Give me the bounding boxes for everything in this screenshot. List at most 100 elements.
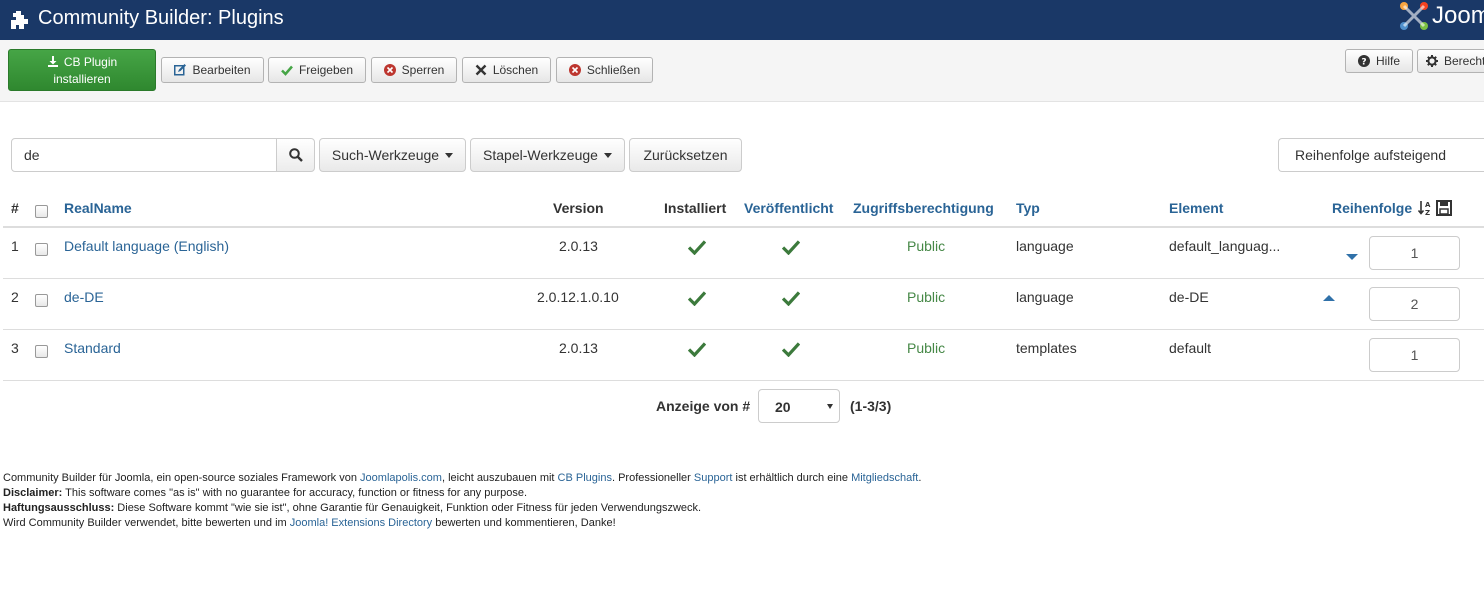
- caret-down-icon: [827, 404, 833, 409]
- footer: Community Builder für Joomla, ein open-s…: [3, 471, 921, 531]
- unpublish-label: Sperren: [401, 63, 445, 77]
- toolbar: CB Plugin installieren Bearbeiten Freige…: [0, 40, 1484, 102]
- search-tools-button[interactable]: Such-Werkzeuge: [319, 138, 466, 172]
- install-plugin-label-1: CB Plugin: [63, 54, 118, 69]
- col-num: #: [11, 200, 19, 216]
- installed-check-icon: [688, 342, 706, 357]
- row-divider: [3, 278, 1484, 279]
- installed-check-icon: [688, 291, 706, 306]
- help-button[interactable]: ? Hilfe: [1345, 49, 1413, 73]
- close-icon: [568, 64, 581, 76]
- membership-link[interactable]: Mitgliedschaft: [851, 472, 918, 484]
- search-button[interactable]: [276, 138, 315, 172]
- order-input[interactable]: 2: [1369, 287, 1460, 321]
- question-icon: ?: [1357, 55, 1370, 68]
- move-down-icon[interactable]: [1346, 254, 1358, 260]
- access-level: Public: [907, 238, 946, 254]
- download-icon: [47, 55, 58, 67]
- footer-text: Wird Community Builder verwendet, bitte …: [3, 517, 290, 529]
- close-button[interactable]: Schließen: [556, 57, 653, 83]
- edit-icon: [174, 64, 187, 76]
- order-input[interactable]: 1: [1369, 338, 1460, 372]
- batch-tools-label: Stapel-Werkzeuge: [483, 147, 598, 163]
- gear-icon: [1426, 55, 1438, 67]
- options-label: Berechtigungen: [1444, 54, 1484, 68]
- published-check-icon[interactable]: [782, 290, 800, 306]
- admin-header: Community Builder: Plugins Joomla!: [0, 0, 1484, 40]
- row-number: 3: [11, 340, 19, 356]
- search-icon: [288, 148, 303, 162]
- col-realname[interactable]: RealName: [64, 200, 132, 216]
- puzzle-icon: [11, 11, 28, 29]
- disclaimer-text: This software comes "as is" with no guar…: [62, 487, 528, 499]
- pagination-count: (1-3/3): [850, 398, 892, 414]
- col-ordering[interactable]: Reihenfolge: [1332, 200, 1412, 216]
- plugin-type: language: [1016, 238, 1074, 254]
- svg-text:?: ?: [1361, 58, 1366, 68]
- publish-button[interactable]: Freigeben: [268, 57, 366, 83]
- cb-plugins-link[interactable]: CB Plugins: [558, 472, 612, 484]
- row-number: 2: [11, 289, 19, 305]
- plugin-element: de-DE: [1169, 289, 1209, 305]
- plugin-version: 2.0.13: [559, 238, 598, 254]
- footer-text: ist erhältlich durch eine: [732, 472, 852, 484]
- ordering-select[interactable]: Reihenfolge aufsteigend: [1278, 138, 1484, 172]
- row-checkbox[interactable]: [35, 294, 48, 307]
- save-order-icon[interactable]: [1436, 200, 1452, 216]
- support-link[interactable]: Support: [694, 472, 733, 484]
- plugin-name-link[interactable]: Default language (English): [64, 238, 229, 254]
- svg-text:A: A: [1425, 201, 1431, 209]
- publish-label: Freigeben: [298, 63, 354, 77]
- footer-text: .: [918, 472, 922, 484]
- jed-link[interactable]: Joomla! Extensions Directory: [290, 517, 432, 529]
- col-element[interactable]: Element: [1169, 200, 1223, 216]
- col-access[interactable]: Zugriffsberechtigung: [853, 200, 994, 216]
- footer-line-3: Haftungsausschluss: Diese Software kommt…: [3, 501, 921, 516]
- plugin-name-link[interactable]: Standard: [64, 340, 121, 356]
- published-check-icon[interactable]: [782, 239, 800, 255]
- installed-check-icon: [688, 240, 706, 255]
- disclaimer-label: Disclaimer:: [3, 487, 63, 499]
- select-all-checkbox[interactable]: [35, 205, 48, 218]
- row-checkbox[interactable]: [35, 243, 48, 256]
- plugin-element: default_languag...: [1169, 238, 1281, 254]
- plugin-version: 2.0.13: [559, 340, 598, 356]
- delete-button[interactable]: Löschen: [462, 57, 551, 83]
- delete-x-icon: [475, 64, 487, 76]
- joomlapolis-link[interactable]: Joomlapolis.com: [360, 472, 442, 484]
- ordering-select-value: Reihenfolge aufsteigend: [1295, 147, 1447, 163]
- reset-label: Zurücksetzen: [643, 147, 728, 163]
- footer-text: , leicht auszubauen mit: [441, 472, 558, 484]
- install-plugin-button[interactable]: CB Plugin installieren: [8, 49, 156, 91]
- install-plugin-label-2: installieren: [53, 71, 111, 86]
- options-button[interactable]: Berechtigungen: [1417, 49, 1484, 73]
- table-header-divider: [3, 226, 1484, 228]
- search-input[interactable]: [11, 138, 277, 172]
- footer-line-4: Wird Community Builder verwendet, bitte …: [3, 516, 921, 531]
- col-type[interactable]: Typ: [1016, 200, 1040, 216]
- plugin-name-link[interactable]: de-DE: [64, 289, 104, 305]
- page-title: Community Builder: Plugins: [38, 7, 284, 29]
- order-input[interactable]: 1: [1369, 236, 1460, 270]
- sort-asc-icon[interactable]: A Z: [1418, 200, 1434, 216]
- edit-button[interactable]: Bearbeiten: [161, 57, 264, 83]
- plugin-type: templates: [1016, 340, 1077, 356]
- row-divider: [3, 380, 1484, 381]
- reset-button[interactable]: Zurücksetzen: [629, 138, 742, 172]
- plugin-element: default: [1169, 340, 1212, 356]
- footer-line-2: Disclaimer: This software comes "as is" …: [3, 486, 921, 501]
- check-icon: [281, 65, 293, 76]
- row-checkbox[interactable]: [35, 345, 48, 358]
- list-limit-select[interactable]: 20: [758, 389, 840, 423]
- unpublish-button[interactable]: Sperren: [371, 57, 457, 83]
- row-number: 1: [11, 238, 19, 254]
- caret-down-icon: [603, 152, 612, 158]
- batch-tools-button[interactable]: Stapel-Werkzeuge: [470, 138, 625, 172]
- col-published[interactable]: Veröffentlicht: [744, 200, 833, 216]
- unpublish-icon: [383, 64, 396, 76]
- move-up-icon[interactable]: [1323, 295, 1335, 301]
- footer-text: bewerten und kommentieren, Danke!: [432, 517, 616, 529]
- access-level: Public: [907, 340, 946, 356]
- published-check-icon[interactable]: [782, 341, 800, 357]
- joomla-logo-text: Joomla!: [1432, 2, 1484, 29]
